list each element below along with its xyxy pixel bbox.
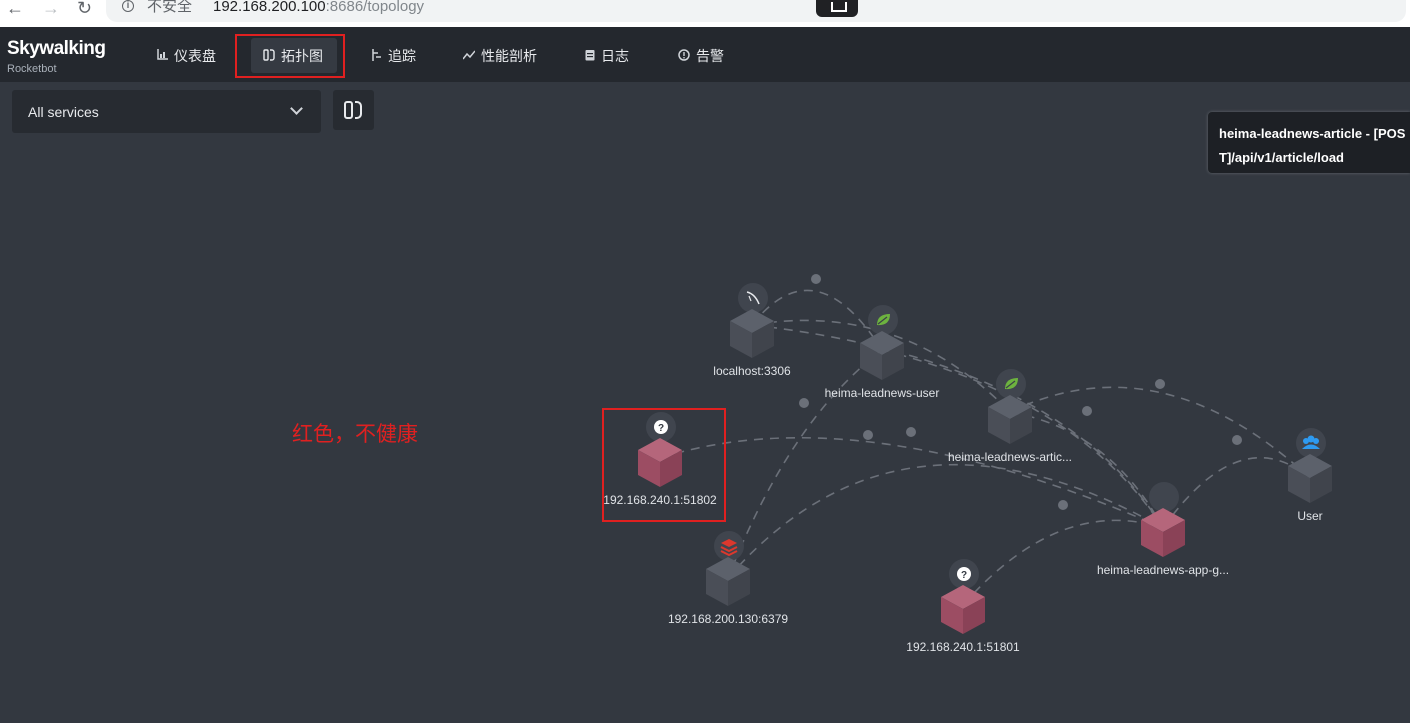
topology-link [1009,386,1311,479]
app-logo[interactable]: Skywalking [7,38,106,60]
nav-item-dashboard[interactable]: 仪表盘 [157,46,216,66]
alarm-icon [678,48,690,64]
node-label: heima-leadnews-user [825,386,940,400]
nav-item-profile[interactable]: 性能剖析 [462,46,537,66]
browser-toolbar: ← → ↻ i 不安全 192.168.200.100:8686/topolog… [0,0,1410,27]
url-host: 192.168.200.100 [213,0,326,15]
topology-node-unknown2[interactable]: ? 192.168.240.1:51801 [906,559,1020,654]
topology-link [659,436,1164,529]
node-cube[interactable] [706,557,750,606]
link-midpoint [811,274,821,284]
topology-link [727,349,883,579]
nav-item-trace[interactable]: 追踪 [371,46,416,66]
link-midpoint [1082,406,1092,416]
log-icon [585,49,595,64]
info-icon[interactable]: i [122,0,134,12]
node-label: localhost:3306 [713,364,791,378]
tab-search-icon[interactable] [816,0,858,17]
link-midpoint [906,427,916,437]
node-cube[interactable] [941,585,985,634]
gateway-icon [1149,482,1179,512]
node-cube[interactable] [860,331,904,380]
topology-node-client[interactable]: User [1288,428,1332,523]
nav-item-label: 追踪 [388,48,416,64]
node-label: heima-leadnews-artic... [948,450,1072,464]
unhealthy-node-highlight [602,408,726,522]
link-midpoint [1232,435,1242,445]
app-logo-subtitle: Rocketbot [7,63,57,75]
spring-icon [996,369,1026,399]
svg-text:?: ? [961,570,967,581]
nav-item-label: 性能剖析 [481,48,537,64]
node-cube[interactable] [988,395,1032,444]
topology-link [751,324,1164,529]
topology-graph[interactable]: localhost:3306 heima-leadnews-user heima-l… [0,82,1410,723]
topology-node-redis[interactable]: 192.168.200.130:6379 [668,531,788,626]
topology-node-user[interactable]: heima-leadnews-user [825,305,940,400]
security-label: 不安全 [147,0,193,15]
url-path: :8686/topology [325,0,425,15]
nav-item-label: 告警 [696,48,724,64]
question-icon: ? [949,559,979,589]
spring-icon [868,305,898,335]
url-text[interactable]: 192.168.200.100:8686/topology [213,0,424,14]
nav-item-alarm[interactable]: 告警 [678,46,724,66]
topology-node-mysql[interactable]: localhost:3306 [713,283,791,378]
link-midpoint [1155,379,1165,389]
node-label: heima-leadnews-app-g... [1097,563,1229,577]
link-midpoint [799,398,809,408]
trace-icon [371,48,382,64]
topology-link [1162,456,1311,529]
back-icon[interactable]: ← [6,0,24,17]
nav-item-label: 日志 [601,48,629,64]
link-midpoint [1058,500,1068,510]
node-label: User [1297,509,1322,523]
node-cube[interactable] [1288,454,1332,503]
nav-highlight-box [235,34,345,78]
health-annotation: 红色，不健康 [292,423,418,446]
nav-item-log[interactable]: 日志 [585,46,629,66]
node-label: 192.168.200.130:6379 [668,612,788,626]
redis-icon [714,531,744,561]
mysql-icon [738,283,768,313]
node-cube[interactable] [730,309,774,358]
chart-icon [157,49,168,63]
profile-icon [462,50,476,63]
topology-node-gateway[interactable]: heima-leadnews-app-g... [1097,482,1229,577]
node-cube[interactable] [1141,508,1185,557]
link-midpoint [863,430,873,440]
node-label: 192.168.240.1:51801 [906,640,1020,654]
reload-icon[interactable]: ↻ [77,0,92,17]
topology-node-article[interactable]: heima-leadnews-artic... [948,369,1072,464]
nav-item-label: 仪表盘 [174,48,216,64]
forward-icon[interactable]: → [42,0,60,17]
users-icon [1296,428,1326,458]
topology-link [1009,411,1164,529]
